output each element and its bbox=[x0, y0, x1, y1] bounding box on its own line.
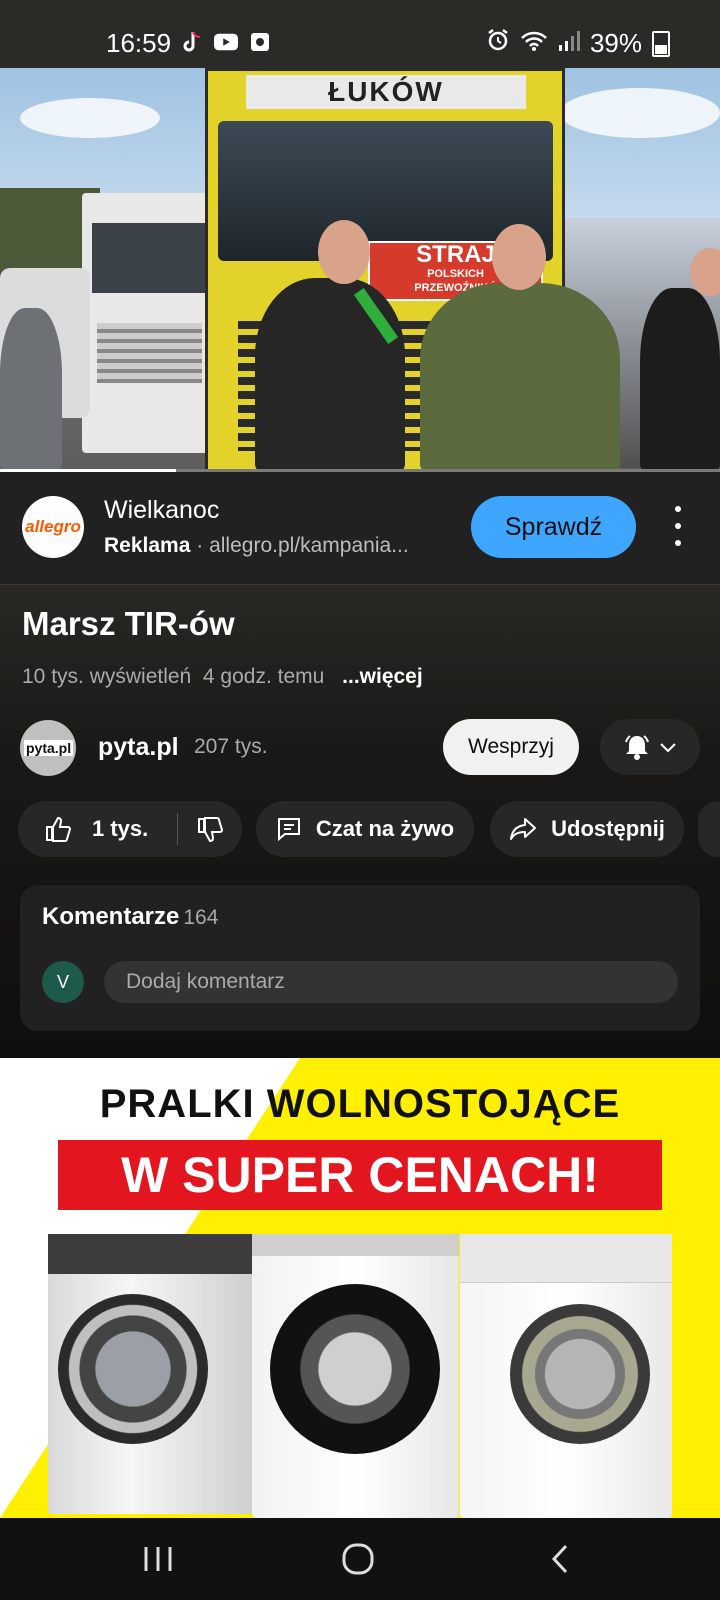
interviewee-head bbox=[318, 220, 370, 284]
home-icon[interactable] bbox=[328, 1538, 388, 1580]
channel-avatar[interactable]: pyta.pl bbox=[20, 720, 76, 776]
comments-title: Komentarze bbox=[42, 903, 180, 930]
comments-header: Komentarze 164 bbox=[42, 903, 218, 931]
video-player[interactable]: ŁUKÓW STRAJ POLSKICH PRZEWOŹNIKÓ bbox=[0, 68, 720, 472]
alarm-icon bbox=[486, 28, 510, 59]
tiktok-icon bbox=[180, 30, 204, 54]
more-actions-button[interactable] bbox=[698, 801, 720, 857]
ad-title[interactable]: Wielkanoc bbox=[104, 496, 219, 525]
washing-machine-image bbox=[252, 1234, 459, 1518]
navigation-bar bbox=[0, 1518, 720, 1600]
battery-level: 39% bbox=[589, 28, 642, 58]
battery-icon bbox=[652, 30, 670, 57]
banner-subheadline: W SUPER CENACH! bbox=[121, 1147, 599, 1203]
washing-machine-ad-banner[interactable]: PRALKI WOLNOSTOJĄCE W SUPER CENACH! bbox=[0, 1058, 720, 1518]
ad-label: Reklama bbox=[104, 534, 191, 557]
video-title[interactable]: Marsz TIR-ów bbox=[22, 605, 235, 643]
white-truck bbox=[82, 193, 217, 453]
allegro-logo[interactable]: allegro bbox=[22, 496, 84, 558]
washing-machine-image bbox=[460, 1234, 672, 1518]
cloud bbox=[20, 98, 160, 138]
signal-icon bbox=[558, 28, 580, 59]
like-dislike-group: 1 tys. bbox=[18, 801, 242, 857]
interviewee bbox=[255, 278, 405, 472]
share-label: Udostępnij bbox=[551, 816, 665, 841]
banner-headline: PRALKI WOLNOSTOJĄCE bbox=[99, 1082, 621, 1126]
view-count: 10 tys. wyświetleń bbox=[22, 665, 192, 688]
truck-sign: ŁUKÓW bbox=[246, 75, 526, 109]
support-button[interactable]: Wesprzyj bbox=[443, 719, 579, 775]
chat-icon bbox=[277, 818, 300, 842]
comments-section[interactable]: Komentarze 164 V Dodaj komentarz bbox=[20, 885, 700, 1031]
user-avatar: V bbox=[42, 961, 84, 1003]
clock: 16:59 bbox=[106, 28, 172, 58]
wifi-icon bbox=[520, 28, 548, 59]
ad-cta-button[interactable]: Sprawdź bbox=[471, 496, 636, 558]
system-icons: 39% bbox=[486, 28, 670, 59]
like-count: 1 tys. bbox=[92, 816, 149, 841]
person bbox=[640, 288, 720, 472]
notification-icon bbox=[248, 30, 272, 54]
like-button[interactable]: 1 tys. bbox=[18, 815, 177, 843]
truck-windshield bbox=[92, 223, 207, 293]
ad-row[interactable]: allegro Wielkanoc Reklama · allegro.pl/k… bbox=[0, 472, 720, 585]
truck-grille bbox=[97, 323, 202, 383]
interviewer-head bbox=[492, 224, 546, 290]
notifications-button[interactable] bbox=[600, 719, 700, 775]
channel-name[interactable]: pyta.pl bbox=[98, 733, 179, 762]
cloud bbox=[560, 88, 720, 138]
back-icon[interactable] bbox=[530, 1538, 590, 1580]
person bbox=[0, 308, 62, 472]
live-chat-button[interactable]: Czat na żywo bbox=[256, 801, 474, 857]
video-meta[interactable]: 10 tys. wyświetleń 4 godz. temu ...więce… bbox=[22, 665, 423, 689]
chevron-down-icon bbox=[660, 743, 676, 753]
more-options-icon[interactable] bbox=[668, 506, 688, 546]
youtube-icon bbox=[214, 30, 238, 54]
ad-subtitle: Reklama · allegro.pl/kampania... bbox=[104, 534, 409, 558]
subscriber-count: 207 tys. bbox=[194, 735, 268, 758]
thumbs-up-icon bbox=[46, 816, 72, 842]
channel-avatar-text: pyta.pl bbox=[24, 740, 74, 756]
share-button[interactable]: Udostępnij bbox=[490, 801, 684, 857]
comments-count: 164 bbox=[183, 906, 219, 929]
more-link[interactable]: ...więcej bbox=[342, 665, 423, 688]
bell-icon bbox=[625, 735, 649, 760]
ad-url[interactable]: allegro.pl/kampania... bbox=[209, 534, 409, 557]
washing-machine-image bbox=[48, 1234, 253, 1514]
dislike-button[interactable] bbox=[178, 815, 242, 843]
upload-age: 4 godz. temu bbox=[202, 665, 325, 688]
add-comment-input[interactable]: Dodaj komentarz bbox=[104, 961, 678, 1003]
ad-separator: · bbox=[196, 534, 204, 557]
live-chat-label: Czat na żywo bbox=[315, 816, 455, 841]
thumbs-down-icon bbox=[198, 817, 224, 843]
share-icon bbox=[510, 818, 537, 840]
notification-icons bbox=[180, 30, 272, 54]
interviewer bbox=[420, 283, 620, 472]
recent-apps-icon[interactable] bbox=[128, 1538, 188, 1580]
status-bar: 16:59 39% bbox=[0, 0, 720, 68]
